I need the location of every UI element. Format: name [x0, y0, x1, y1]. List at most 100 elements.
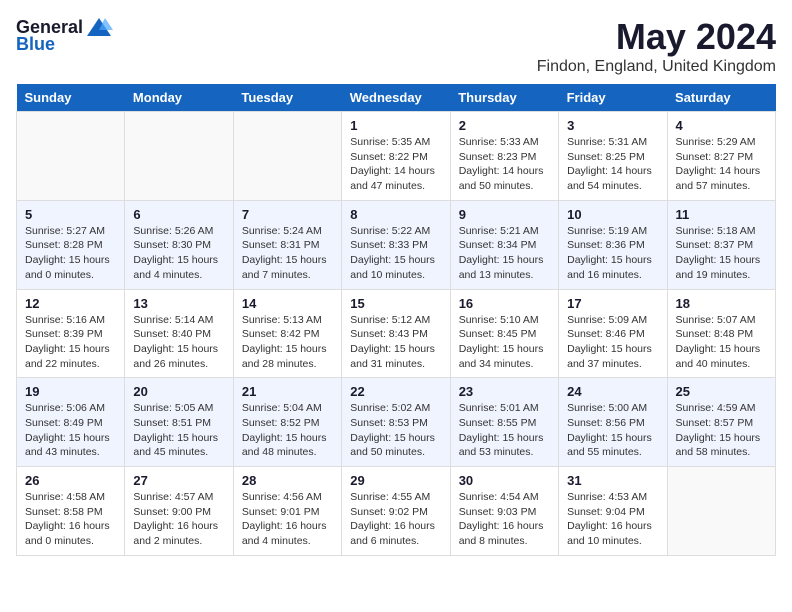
day-info: Sunrise: 5:19 AM Sunset: 8:36 PM Dayligh… — [567, 224, 658, 283]
day-number: 25 — [676, 384, 767, 399]
day-info: Sunrise: 5:24 AM Sunset: 8:31 PM Dayligh… — [242, 224, 333, 283]
day-info: Sunrise: 5:35 AM Sunset: 8:22 PM Dayligh… — [350, 135, 441, 194]
calendar-cell: 20 Sunrise: 5:05 AM Sunset: 8:51 PM Dayli… — [125, 378, 233, 467]
day-number: 20 — [133, 384, 224, 399]
week-row-2: 5 Sunrise: 5:27 AM Sunset: 8:28 PM Daylig… — [17, 200, 776, 289]
header-tuesday: Tuesday — [233, 84, 341, 112]
title-section: May 2024 Findon, England, United Kingdom — [537, 16, 776, 76]
day-info: Sunrise: 4:54 AM Sunset: 9:03 PM Dayligh… — [459, 490, 550, 549]
header-saturday: Saturday — [667, 84, 775, 112]
main-title: May 2024 — [537, 16, 776, 58]
day-info: Sunrise: 5:00 AM Sunset: 8:56 PM Dayligh… — [567, 401, 658, 460]
header-friday: Friday — [559, 84, 667, 112]
day-info: Sunrise: 5:13 AM Sunset: 8:42 PM Dayligh… — [242, 313, 333, 372]
calendar-cell — [667, 467, 775, 556]
day-info: Sunrise: 5:26 AM Sunset: 8:30 PM Dayligh… — [133, 224, 224, 283]
day-info: Sunrise: 5:21 AM Sunset: 8:34 PM Dayligh… — [459, 224, 550, 283]
day-info: Sunrise: 4:59 AM Sunset: 8:57 PM Dayligh… — [676, 401, 767, 460]
day-number: 5 — [25, 207, 116, 222]
calendar-cell: 2 Sunrise: 5:33 AM Sunset: 8:23 PM Daylig… — [450, 112, 558, 201]
calendar-cell: 10Sunrise: 5:19 AM Sunset: 8:36 PM Dayli… — [559, 200, 667, 289]
day-info: Sunrise: 4:58 AM Sunset: 8:58 PM Dayligh… — [25, 490, 116, 549]
day-number: 23 — [459, 384, 550, 399]
calendar-cell: 19 Sunrise: 5:06 AM Sunset: 8:49 PM Dayli… — [17, 378, 125, 467]
calendar-cell: 24 Sunrise: 5:00 AM Sunset: 8:56 PM Dayli… — [559, 378, 667, 467]
week-row-1: 1Sunrise: 5:35 AM Sunset: 8:22 PM Daylig… — [17, 112, 776, 201]
day-number: 18 — [676, 296, 767, 311]
day-info: Sunrise: 5:04 AM Sunset: 8:52 PM Dayligh… — [242, 401, 333, 460]
day-info: Sunrise: 5:01 AM Sunset: 8:55 PM Dayligh… — [459, 401, 550, 460]
day-number: 14 — [242, 296, 333, 311]
logo-icon — [85, 16, 113, 38]
day-info: Sunrise: 4:57 AM Sunset: 9:00 PM Dayligh… — [133, 490, 224, 549]
day-info: Sunrise: 5:09 AM Sunset: 8:46 PM Dayligh… — [567, 313, 658, 372]
day-info: Sunrise: 5:33 AM Sunset: 8:23 PM Dayligh… — [459, 135, 550, 194]
calendar-cell: 12 Sunrise: 5:16 AM Sunset: 8:39 PM Dayli… — [17, 289, 125, 378]
day-info: Sunrise: 5:06 AM Sunset: 8:49 PM Dayligh… — [25, 401, 116, 460]
day-number: 17 — [567, 296, 658, 311]
day-number: 19 — [25, 384, 116, 399]
header-wednesday: Wednesday — [342, 84, 450, 112]
subtitle: Findon, England, United Kingdom — [537, 58, 776, 76]
calendar-cell: 31Sunrise: 4:53 AM Sunset: 9:04 PM Dayli… — [559, 467, 667, 556]
calendar-cell: 1Sunrise: 5:35 AM Sunset: 8:22 PM Daylig… — [342, 112, 450, 201]
day-number: 15 — [350, 296, 441, 311]
header-monday: Monday — [125, 84, 233, 112]
calendar-cell: 4 Sunrise: 5:29 AM Sunset: 8:27 PM Daylig… — [667, 112, 775, 201]
day-number: 29 — [350, 473, 441, 488]
calendar-cell: 27Sunrise: 4:57 AM Sunset: 9:00 PM Dayli… — [125, 467, 233, 556]
calendar-cell: 15 Sunrise: 5:12 AM Sunset: 8:43 PM Dayli… — [342, 289, 450, 378]
calendar-cell: 29 Sunrise: 4:55 AM Sunset: 9:02 PM Dayli… — [342, 467, 450, 556]
header-sunday: Sunday — [17, 84, 125, 112]
header-thursday: Thursday — [450, 84, 558, 112]
calendar-cell: 5 Sunrise: 5:27 AM Sunset: 8:28 PM Daylig… — [17, 200, 125, 289]
calendar-cell: 6 Sunrise: 5:26 AM Sunset: 8:30 PM Daylig… — [125, 200, 233, 289]
calendar-cell: 11 Sunrise: 5:18 AM Sunset: 8:37 PM Dayli… — [667, 200, 775, 289]
day-number: 12 — [25, 296, 116, 311]
calendar-table: SundayMondayTuesdayWednesdayThursdayFrid… — [16, 84, 776, 556]
day-info: Sunrise: 4:56 AM Sunset: 9:01 PM Dayligh… — [242, 490, 333, 549]
day-number: 9 — [459, 207, 550, 222]
day-number: 11 — [676, 207, 767, 222]
calendar-cell — [17, 112, 125, 201]
calendar-cell: 7 Sunrise: 5:24 AM Sunset: 8:31 PM Daylig… — [233, 200, 341, 289]
day-number: 8 — [350, 207, 441, 222]
day-info: Sunrise: 5:22 AM Sunset: 8:33 PM Dayligh… — [350, 224, 441, 283]
day-info: Sunrise: 5:27 AM Sunset: 8:28 PM Dayligh… — [25, 224, 116, 283]
day-number: 4 — [676, 118, 767, 133]
day-info: Sunrise: 5:07 AM Sunset: 8:48 PM Dayligh… — [676, 313, 767, 372]
day-number: 31 — [567, 473, 658, 488]
day-number: 7 — [242, 207, 333, 222]
day-number: 13 — [133, 296, 224, 311]
day-number: 21 — [242, 384, 333, 399]
calendar-cell: 28Sunrise: 4:56 AM Sunset: 9:01 PM Dayli… — [233, 467, 341, 556]
day-info: Sunrise: 5:12 AM Sunset: 8:43 PM Dayligh… — [350, 313, 441, 372]
week-row-4: 19 Sunrise: 5:06 AM Sunset: 8:49 PM Dayli… — [17, 378, 776, 467]
calendar-cell: 25 Sunrise: 4:59 AM Sunset: 8:57 PM Dayli… — [667, 378, 775, 467]
day-number: 3 — [567, 118, 658, 133]
calendar-cell: 13Sunrise: 5:14 AM Sunset: 8:40 PM Dayli… — [125, 289, 233, 378]
day-info: Sunrise: 5:18 AM Sunset: 8:37 PM Dayligh… — [676, 224, 767, 283]
day-info: Sunrise: 5:16 AM Sunset: 8:39 PM Dayligh… — [25, 313, 116, 372]
calendar-cell: 26 Sunrise: 4:58 AM Sunset: 8:58 PM Dayli… — [17, 467, 125, 556]
calendar-cell: 18 Sunrise: 5:07 AM Sunset: 8:48 PM Dayli… — [667, 289, 775, 378]
calendar-cell: 22Sunrise: 5:02 AM Sunset: 8:53 PM Dayli… — [342, 378, 450, 467]
calendar-cell: 17 Sunrise: 5:09 AM Sunset: 8:46 PM Dayli… — [559, 289, 667, 378]
calendar-cell: 9 Sunrise: 5:21 AM Sunset: 8:34 PM Daylig… — [450, 200, 558, 289]
calendar-cell — [233, 112, 341, 201]
day-info: Sunrise: 5:29 AM Sunset: 8:27 PM Dayligh… — [676, 135, 767, 194]
day-number: 16 — [459, 296, 550, 311]
day-number: 2 — [459, 118, 550, 133]
day-number: 26 — [25, 473, 116, 488]
calendar-cell: 21 Sunrise: 5:04 AM Sunset: 8:52 PM Dayli… — [233, 378, 341, 467]
day-info: Sunrise: 5:31 AM Sunset: 8:25 PM Dayligh… — [567, 135, 658, 194]
calendar-cell: 23 Sunrise: 5:01 AM Sunset: 8:55 PM Dayli… — [450, 378, 558, 467]
day-number: 6 — [133, 207, 224, 222]
day-number: 24 — [567, 384, 658, 399]
calendar-cell: 30Sunrise: 4:54 AM Sunset: 9:03 PM Dayli… — [450, 467, 558, 556]
calendar-cell — [125, 112, 233, 201]
day-info: Sunrise: 5:10 AM Sunset: 8:45 PM Dayligh… — [459, 313, 550, 372]
week-row-3: 12 Sunrise: 5:16 AM Sunset: 8:39 PM Dayli… — [17, 289, 776, 378]
day-info: Sunrise: 4:55 AM Sunset: 9:02 PM Dayligh… — [350, 490, 441, 549]
day-info: Sunrise: 5:05 AM Sunset: 8:51 PM Dayligh… — [133, 401, 224, 460]
